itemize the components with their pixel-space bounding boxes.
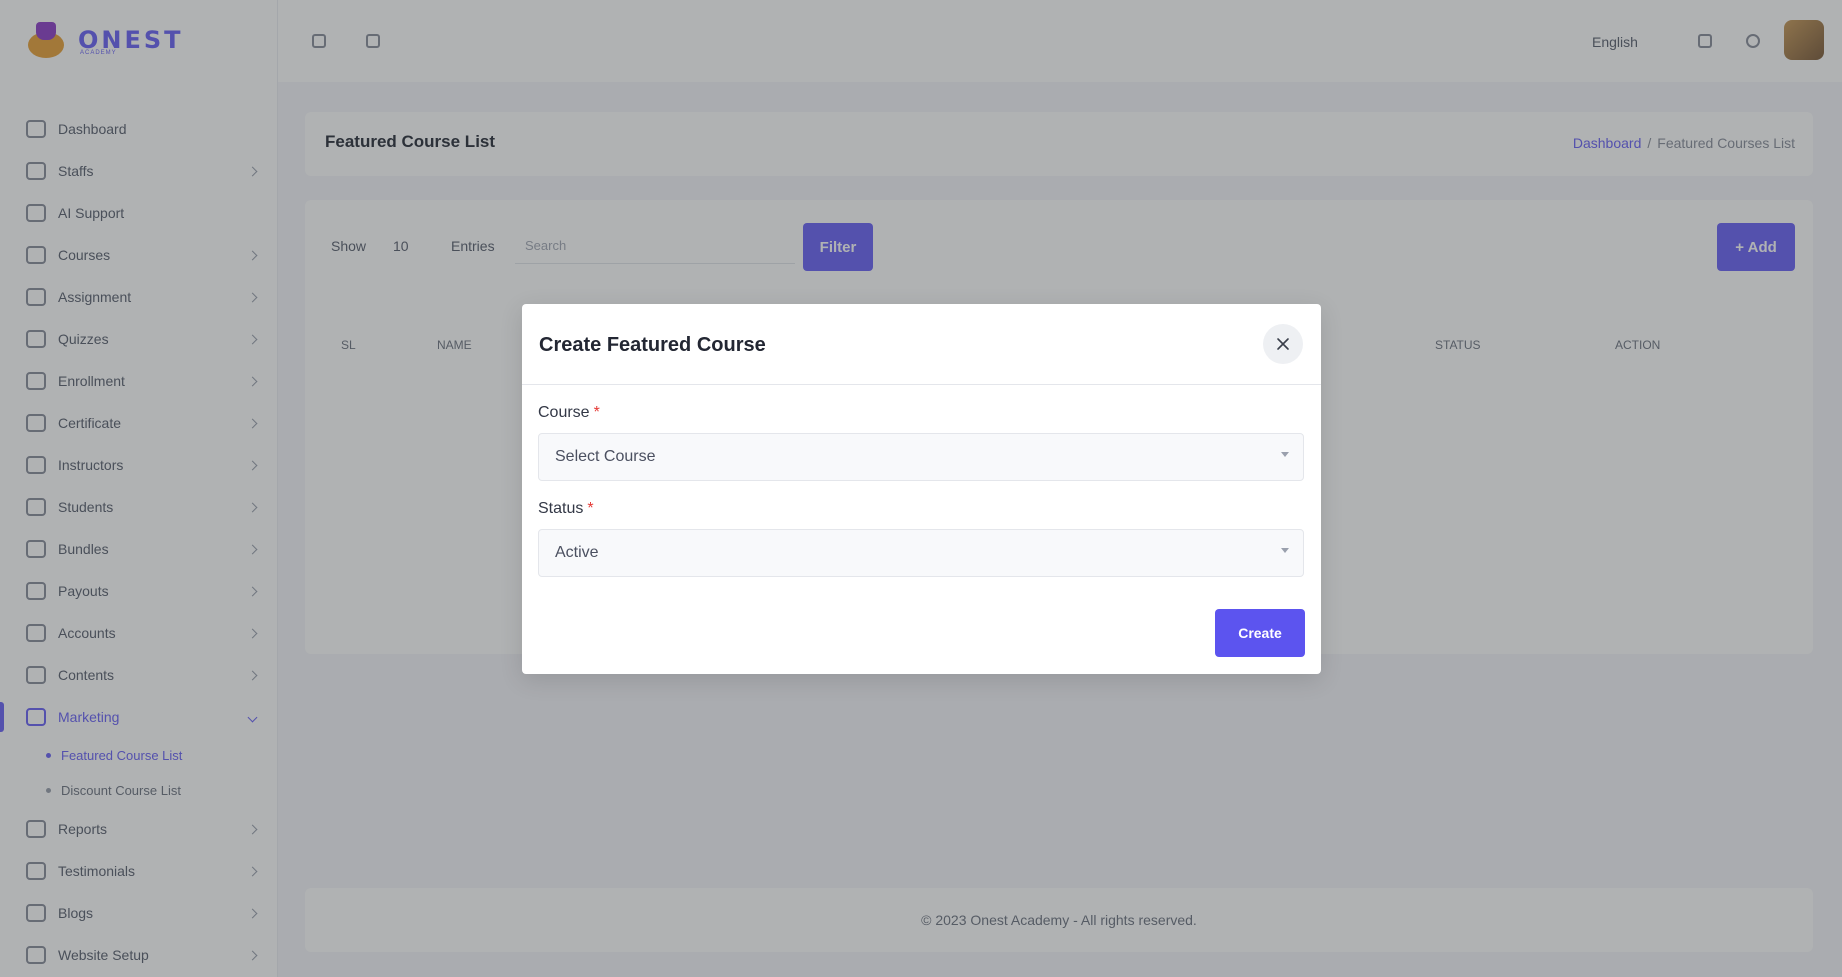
create-button[interactable]: Create [1215, 609, 1305, 657]
modal-title: Create Featured Course [539, 334, 766, 356]
create-featured-course-modal: Create Featured Course Course * Select Co… [522, 304, 1321, 674]
close-icon [1277, 338, 1289, 350]
required-marker: * [593, 404, 600, 421]
status-select-value: Active [555, 544, 599, 561]
course-select[interactable]: Select Course [538, 433, 1304, 481]
caret-down-icon [1281, 452, 1289, 457]
course-label-text: Course [538, 404, 590, 421]
caret-down-icon [1281, 548, 1289, 553]
close-button[interactable] [1263, 324, 1303, 364]
course-field-label: Course * [538, 404, 600, 422]
status-select[interactable]: Active [538, 529, 1304, 577]
status-field-label: Status * [538, 500, 594, 518]
required-marker: * [587, 500, 594, 517]
status-label-text: Status [538, 500, 584, 517]
course-select-value: Select Course [555, 448, 656, 465]
modal-header: Create Featured Course [522, 304, 1321, 385]
